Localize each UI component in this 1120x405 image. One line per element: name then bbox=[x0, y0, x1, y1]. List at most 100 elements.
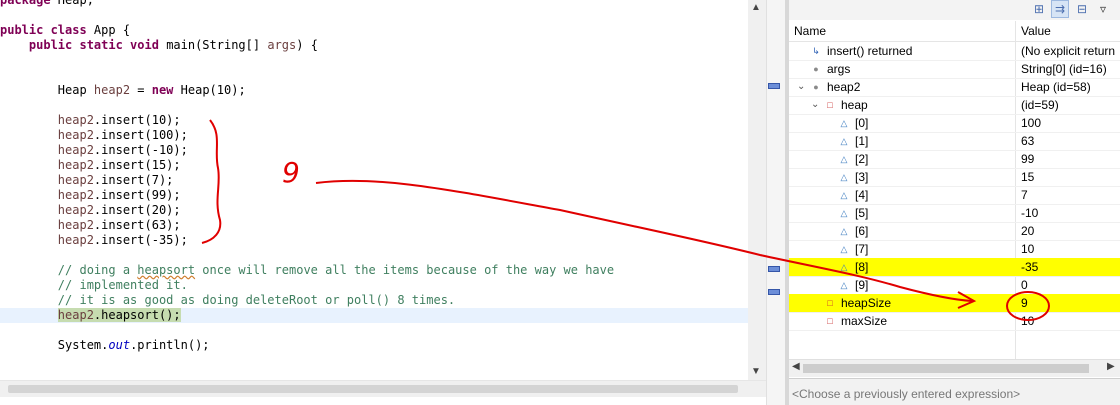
editor-horizontal-scrollbar[interactable] bbox=[0, 380, 766, 397]
code-line[interactable]: heap2.insert(20); bbox=[0, 203, 748, 218]
variable-row[interactable]: △ [0] 100 bbox=[789, 114, 1120, 133]
variables-horizontal-scrollbar[interactable]: ◀ ▶ bbox=[789, 359, 1120, 377]
name-column-header[interactable]: Name bbox=[794, 24, 826, 38]
code-token: heap2 bbox=[57, 233, 94, 247]
variable-value: Heap (id=58) bbox=[1021, 80, 1091, 94]
code-line[interactable]: heap2.heapsort(); bbox=[0, 308, 748, 323]
code-token: // implemented it. bbox=[0, 278, 188, 292]
expression-placeholder: <Choose a previously entered expression> bbox=[792, 387, 1021, 401]
code-line[interactable]: public static void main(String[] args) { bbox=[0, 38, 748, 53]
show-type-names-icon[interactable]: ⊞ bbox=[1031, 1, 1047, 17]
code-line[interactable] bbox=[0, 98, 748, 113]
code-line[interactable] bbox=[0, 248, 748, 263]
variable-name: [8] bbox=[855, 260, 869, 274]
code-token: heap2 bbox=[57, 143, 94, 157]
array-element-icon: △ bbox=[840, 244, 848, 254]
variable-name: heap bbox=[841, 98, 868, 112]
variable-value: 63 bbox=[1021, 134, 1035, 148]
variable-name: insert() returned bbox=[827, 44, 913, 58]
code-editor[interactable]: package Heap; public class App { public s… bbox=[0, 0, 766, 405]
occurrence-marker[interactable] bbox=[768, 289, 780, 295]
expand-chevron-icon[interactable]: ⌄ bbox=[811, 96, 821, 114]
local-variable-icon: ● bbox=[813, 82, 819, 92]
overview-ruler[interactable] bbox=[766, 0, 785, 405]
code-line[interactable] bbox=[0, 8, 748, 23]
variable-row[interactable]: △ [8] -35 bbox=[789, 258, 1120, 277]
variable-row[interactable]: △ [7] 10 bbox=[789, 240, 1120, 259]
code-token: public static void bbox=[28, 38, 167, 52]
code-token: .insert(-10); bbox=[93, 143, 188, 157]
view-menu-icon[interactable]: ▿ bbox=[1095, 1, 1111, 17]
code-line[interactable]: heap2.insert(63); bbox=[0, 218, 748, 233]
variable-row[interactable]: ● args String[0] (id=16) bbox=[789, 60, 1120, 79]
code-line[interactable] bbox=[0, 53, 748, 68]
scroll-thumb[interactable] bbox=[8, 385, 738, 393]
code-token: .insert(99); bbox=[93, 188, 181, 202]
code-token: // doing a bbox=[0, 263, 138, 277]
variable-value: 100 bbox=[1021, 116, 1042, 130]
code-token: Heap; bbox=[57, 0, 94, 7]
code-line[interactable]: heap2.insert(10); bbox=[0, 113, 748, 128]
scroll-down-icon[interactable]: ▼ bbox=[751, 366, 761, 377]
code-line[interactable]: package Heap; bbox=[0, 0, 748, 8]
code-line[interactable]: System.out.println(); bbox=[0, 338, 748, 353]
array-element-icon: △ bbox=[840, 208, 848, 218]
code-line[interactable]: // it is as good as doing deleteRoot or … bbox=[0, 293, 748, 308]
scroll-right-icon[interactable]: ▶ bbox=[1107, 361, 1115, 372]
variable-row[interactable]: △ [1] 63 bbox=[789, 132, 1120, 151]
return-icon: ↳ bbox=[812, 46, 820, 56]
variable-row[interactable]: ⌄ □ heap (id=59) bbox=[789, 96, 1120, 115]
collapse-all-icon[interactable]: ⊟ bbox=[1074, 1, 1090, 17]
variable-name: [4] bbox=[855, 188, 869, 202]
private-field-icon: □ bbox=[827, 298, 833, 308]
code-token: heap2 bbox=[93, 83, 131, 97]
code-line[interactable]: heap2.insert(-10); bbox=[0, 143, 748, 158]
code-token: Heap(10); bbox=[180, 83, 246, 97]
code-line[interactable]: heap2.insert(7); bbox=[0, 173, 748, 188]
code-line[interactable]: public class App { bbox=[0, 23, 748, 38]
variable-value: 10 bbox=[1021, 242, 1035, 256]
code-line[interactable]: // doing a heapsort once will remove all… bbox=[0, 263, 748, 278]
code-token: heap2 bbox=[57, 128, 94, 142]
variable-value: (id=59) bbox=[1021, 98, 1059, 112]
code-line[interactable] bbox=[0, 323, 748, 338]
scroll-thumb[interactable] bbox=[803, 364, 1089, 373]
variable-row[interactable]: □ heapSize 9 bbox=[789, 294, 1120, 313]
code-line[interactable] bbox=[0, 68, 748, 83]
variable-row[interactable]: △ [6] 20 bbox=[789, 222, 1120, 241]
expression-input[interactable]: <Choose a previously entered expression> bbox=[789, 378, 1120, 405]
expand-chevron-icon[interactable]: ⌄ bbox=[797, 78, 807, 96]
code-line[interactable]: heap2.insert(100); bbox=[0, 128, 748, 143]
value-column-header[interactable]: Value bbox=[1021, 24, 1051, 38]
variable-value: (No explicit return bbox=[1021, 44, 1116, 58]
code-line[interactable]: heap2.insert(-35); bbox=[0, 233, 748, 248]
variable-row[interactable]: △ [5] -10 bbox=[789, 204, 1120, 223]
code-line[interactable]: heap2.insert(99); bbox=[0, 188, 748, 203]
code-line[interactable]: heap2.insert(15); bbox=[0, 158, 748, 173]
code-token: heap2 bbox=[57, 218, 94, 232]
variable-row[interactable]: ⌄ ● heap2 Heap (id=58) bbox=[789, 78, 1120, 97]
variable-row[interactable]: △ [4] 7 bbox=[789, 186, 1120, 205]
occurrence-marker[interactable] bbox=[768, 83, 780, 89]
variable-row[interactable]: □ maxSize 10 bbox=[789, 312, 1120, 331]
code-line[interactable]: Heap heap2 = new Heap(10); bbox=[0, 83, 748, 98]
scroll-left-icon[interactable]: ◀ bbox=[792, 361, 800, 372]
editor-vertical-scrollbar[interactable]: ▲ ▼ bbox=[748, 0, 766, 380]
variable-row[interactable]: △ [9] 0 bbox=[789, 276, 1120, 295]
variable-row[interactable]: ↳ insert() returned (No explicit return bbox=[789, 42, 1120, 61]
variable-value: 20 bbox=[1021, 224, 1035, 238]
variable-name: [0] bbox=[855, 116, 869, 130]
scroll-up-icon[interactable]: ▲ bbox=[751, 2, 761, 13]
show-logical-structure-icon[interactable]: ⇉ bbox=[1051, 0, 1069, 18]
array-element-icon: △ bbox=[840, 226, 848, 236]
variable-name: maxSize bbox=[841, 314, 888, 328]
variable-row[interactable]: △ [2] 99 bbox=[789, 150, 1120, 169]
occurrence-marker[interactable] bbox=[768, 266, 780, 272]
variable-row[interactable]: △ [3] 15 bbox=[789, 168, 1120, 187]
code-line[interactable]: // implemented it. bbox=[0, 278, 748, 293]
